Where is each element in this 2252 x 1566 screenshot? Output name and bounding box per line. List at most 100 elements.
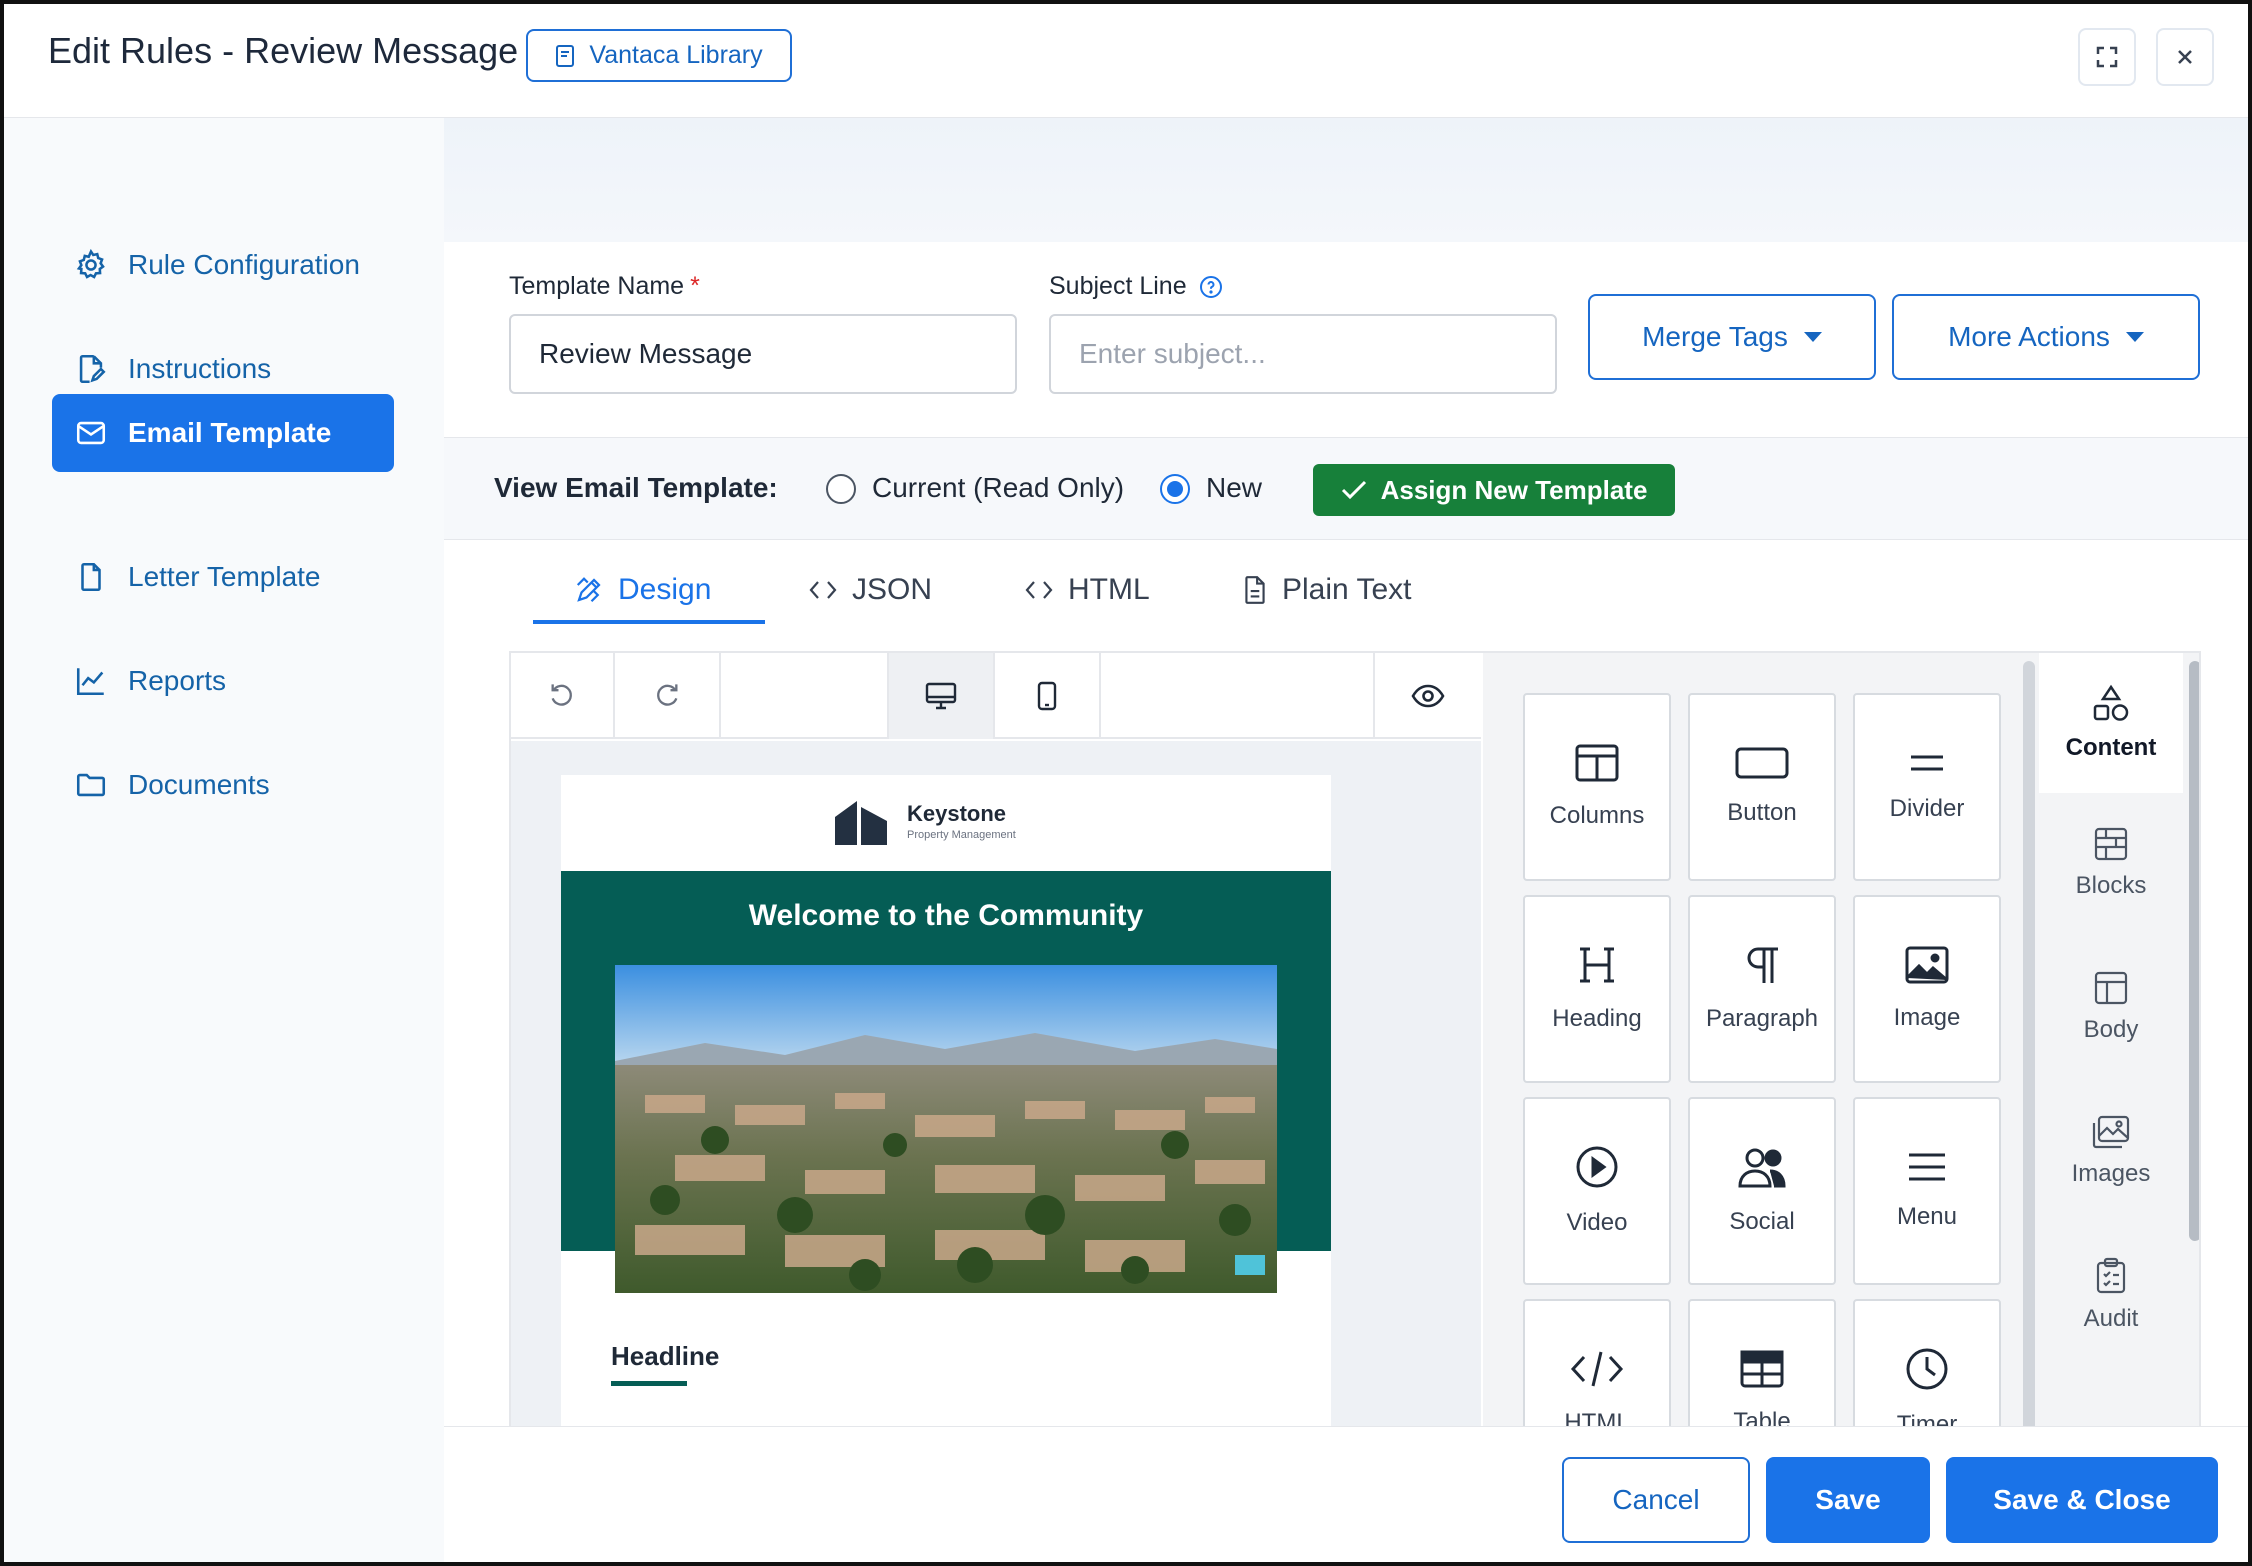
- book-icon: [556, 44, 575, 67]
- sidebar-item-label: Letter Template: [128, 561, 321, 592]
- side-tab-label: Content: [2065, 734, 2157, 761]
- design-pencil-icon: [576, 577, 601, 603]
- clipboard-icon: [2096, 1257, 2126, 1294]
- fullscreen-button[interactable]: [2078, 28, 2136, 86]
- sidebar-item-letter-template[interactable]: Letter Template: [52, 538, 394, 616]
- tab-json[interactable]: JSON: [808, 560, 932, 620]
- tile-video[interactable]: Video: [1523, 1097, 1671, 1285]
- tab-json-label: JSON: [852, 573, 933, 606]
- main-content: Template Name* Subject Line Merge Tags M…: [444, 118, 2248, 1562]
- tile-columns[interactable]: Columns: [1523, 693, 1671, 881]
- divider-icon: [1911, 755, 1943, 771]
- tab-design[interactable]: Design: [574, 560, 711, 620]
- tiles-scrollbar[interactable]: [2023, 661, 2035, 1539]
- tab-design-label: Design: [618, 573, 712, 606]
- close-button[interactable]: [2156, 28, 2214, 86]
- code-icon: [1570, 1351, 1624, 1387]
- toolbar-spacer: [1101, 653, 1375, 739]
- sidebar-item-reports[interactable]: Reports: [52, 642, 394, 720]
- tab-html[interactable]: HTML: [1024, 560, 1150, 620]
- community-aerial-photo: [615, 965, 1277, 1293]
- editor-toolbar: [511, 653, 1481, 739]
- envelope-icon: [76, 421, 106, 445]
- tab-active-indicator: [533, 620, 765, 624]
- tile-label: Paragraph: [1705, 1005, 1819, 1032]
- tile-divider[interactable]: Divider: [1853, 693, 2001, 881]
- edit-document-icon: [79, 354, 106, 384]
- tab-plain-text[interactable]: Plain Text: [1242, 560, 1412, 620]
- sidebar-item-email-template[interactable]: Email Template: [52, 394, 394, 472]
- menu-icon: [1909, 1153, 1945, 1181]
- email-editor: Keystone Property Management Welcome to …: [509, 651, 2201, 1541]
- radio-new-label: New: [1206, 472, 1263, 503]
- clock-icon: [1906, 1348, 1948, 1390]
- tile-image[interactable]: Image: [1853, 895, 2001, 1083]
- tile-label: Image: [1893, 1004, 1961, 1031]
- merge-tags-dropdown[interactable]: Merge Tags: [1588, 294, 1876, 380]
- redo-icon: [657, 684, 678, 706]
- side-tab-audit[interactable]: Audit: [2039, 1225, 2183, 1365]
- assign-new-template-button[interactable]: Assign New Template: [1313, 464, 1675, 516]
- subject-line-input[interactable]: [1049, 314, 1557, 394]
- layout-icon: [2094, 971, 2128, 1005]
- text-document-icon: [1245, 576, 1265, 604]
- sidebar-item-label: Instructions: [128, 353, 272, 384]
- tile-label: Social: [1729, 1208, 1795, 1235]
- required-mark: *: [690, 272, 700, 300]
- building-logo-icon: [835, 801, 887, 845]
- sidebar-item-documents[interactable]: Documents: [52, 746, 394, 824]
- paragraph-icon: [1747, 947, 1778, 983]
- sidebar-item-label: Documents: [128, 769, 270, 800]
- view-template-label: View Email Template:: [494, 472, 778, 503]
- sidebar: Rule Configuration Instructions Email Te…: [4, 118, 444, 1562]
- more-actions-dropdown[interactable]: More Actions: [1892, 294, 2200, 380]
- desktop-view-button[interactable]: [889, 653, 995, 739]
- subject-line-label-text: Subject Line: [1049, 272, 1187, 300]
- side-tabs-scrollbar[interactable]: [2189, 661, 2199, 1241]
- sidebar-item-label: Rule Configuration: [128, 249, 360, 280]
- template-name-label-text: Template Name: [509, 272, 685, 300]
- email-canvas[interactable]: Keystone Property Management Welcome to …: [511, 741, 1481, 1539]
- vantaca-library-button[interactable]: Vantaca Library: [526, 29, 792, 82]
- preview-button[interactable]: [1375, 653, 1481, 739]
- tile-heading[interactable]: Heading: [1523, 895, 1671, 1083]
- eye-icon: [1411, 684, 1445, 708]
- side-tab-body[interactable]: Body: [2039, 937, 2183, 1077]
- redo-button[interactable]: [615, 653, 721, 739]
- side-tabs: Content Blocks Body Images Audit: [2039, 653, 2183, 1539]
- template-name-input[interactable]: [509, 314, 1017, 394]
- headline-underline: [611, 1381, 687, 1386]
- heading-icon: [1580, 947, 1614, 983]
- tile-label: Menu: [1896, 1203, 1958, 1230]
- tile-button[interactable]: Button: [1688, 693, 1836, 881]
- undo-button[interactable]: [511, 653, 615, 739]
- save-button[interactable]: Save: [1766, 1457, 1930, 1543]
- side-tab-images[interactable]: Images: [2039, 1081, 2183, 1221]
- radio-new[interactable]: [1160, 474, 1190, 504]
- mobile-icon: [1037, 681, 1057, 711]
- side-tab-blocks[interactable]: Blocks: [2039, 793, 2183, 933]
- tile-paragraph[interactable]: Paragraph: [1688, 895, 1836, 1083]
- content-panel: Columns Button Divider Heading Paragraph: [1483, 653, 2199, 1539]
- toolbar-spacer: [721, 653, 889, 739]
- more-actions-label: More Actions: [1948, 321, 2110, 352]
- tile-social[interactable]: Social: [1688, 1097, 1836, 1285]
- subject-line-label: Subject Line: [1049, 272, 1223, 301]
- gear-icon: [76, 248, 105, 279]
- sidebar-item-rule-configuration[interactable]: Rule Configuration: [52, 226, 394, 304]
- logo-text: Keystone Property Management: [907, 801, 1016, 841]
- save-and-close-button[interactable]: Save & Close: [1946, 1457, 2218, 1543]
- chart-line-icon: [76, 668, 104, 696]
- side-tab-content[interactable]: Content: [2039, 653, 2183, 793]
- undo-icon: [551, 684, 572, 706]
- logo-name: Keystone: [907, 801, 1007, 826]
- mobile-view-button[interactable]: [995, 653, 1101, 739]
- tile-menu[interactable]: Menu: [1853, 1097, 2001, 1285]
- cancel-button[interactable]: Cancel: [1562, 1457, 1750, 1543]
- table-icon: [1740, 1350, 1784, 1388]
- tile-label: Heading: [1552, 1005, 1642, 1032]
- folder-icon: [76, 773, 106, 797]
- help-icon[interactable]: [1199, 275, 1223, 299]
- radio-current-read-only[interactable]: [826, 474, 856, 504]
- social-icon: [1738, 1148, 1786, 1188]
